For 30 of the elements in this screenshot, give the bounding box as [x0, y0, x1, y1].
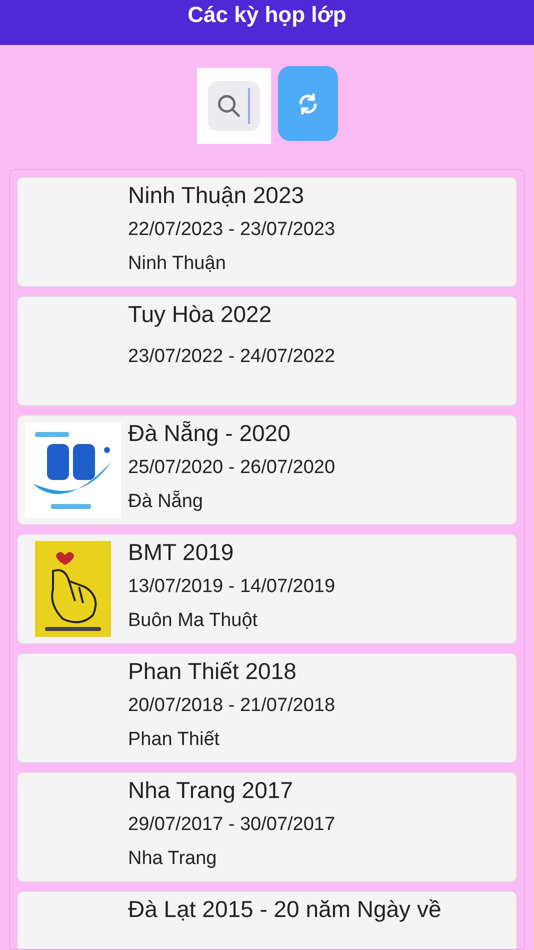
event-title: BMT 2019	[128, 538, 235, 567]
event-title: Ninh Thuận 2023	[128, 181, 306, 210]
event-card[interactable]: BMT 2019 13/07/2019 - 14/07/2019 Buôn Ma Thuột	[17, 534, 517, 644]
event-card[interactable]: Phan Thiết 2018 20/07/2018 - 21/07/2018 Phan Thiết	[17, 653, 517, 763]
event-place: Ninh Thuận	[128, 252, 227, 276]
header-title: Các kỳ họp lớp	[188, 1, 346, 29]
event-card[interactable]: Tuy Hòa 2022 23/07/2022 - 24/07/2022	[17, 296, 517, 406]
event-card[interactable]: Ninh Thuận 2023 22/07/2023 - 23/07/2023 Ninh Thuận	[17, 177, 517, 287]
event-place: Nha Trang	[128, 847, 218, 871]
event-card[interactable]: Đà Nẵng - 2020 25/07/2020 - 26/07/2020 Đà Nẵng	[17, 415, 517, 525]
event-place: Buôn Ma Thuột	[128, 609, 259, 633]
event-title: Phan Thiết 2018	[128, 657, 298, 686]
event-card[interactable]: Đà Lạt 2015 - 20 năm Ngày về	[17, 891, 517, 949]
event-place: Phan Thiết	[128, 728, 221, 752]
event-card[interactable]: Nha Trang 2017 29/07/2017 - 30/07/2017 Nha Trang	[17, 772, 517, 882]
refresh-icon	[296, 92, 318, 114]
event-dates: 13/07/2019 - 14/07/2019	[128, 575, 336, 599]
event-dates: 25/07/2020 - 26/07/2020	[128, 456, 336, 480]
event-dates: 20/07/2018 - 21/07/2018	[128, 694, 336, 718]
event-dates: 23/07/2022 - 24/07/2022	[128, 345, 336, 369]
event-title: Tuy Hòa 2022	[128, 300, 273, 329]
event-title: Đà Lạt 2015 - 20 năm Ngày về	[128, 895, 442, 924]
event-dates: 22/07/2023 - 23/07/2023	[128, 218, 336, 242]
event-title: Nha Trang 2017	[128, 776, 294, 805]
event-place: Đà Nẵng	[128, 490, 204, 514]
search-icon	[216, 93, 242, 119]
search-field[interactable]	[208, 81, 260, 131]
event-title: Đà Nẵng - 2020	[128, 419, 292, 448]
event-dates: 29/07/2017 - 30/07/2017	[128, 813, 336, 837]
text-cursor	[248, 88, 250, 124]
